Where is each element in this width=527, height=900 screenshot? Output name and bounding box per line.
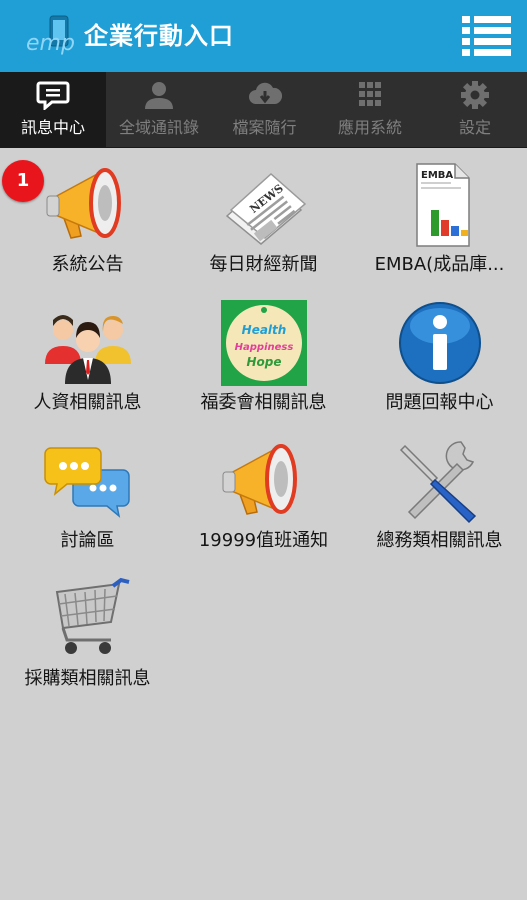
tile-label: EMBA(成品庫... xyxy=(374,254,505,275)
tab-settings[interactable]: 設定 xyxy=(423,72,527,148)
tile-discussion[interactable]: 討論區 xyxy=(0,428,175,566)
notification-badge: 1 xyxy=(2,160,44,202)
tile-label: 福委會相關訊息 xyxy=(200,392,327,413)
tile-label: 討論區 xyxy=(60,530,115,551)
tile-emba[interactable]: EMBA EMBA(成品庫... xyxy=(352,152,527,290)
tile-general-affairs[interactable]: 總務類相關訊息 xyxy=(352,428,527,566)
app-title: 企業行動入口 xyxy=(84,22,234,50)
info-icon xyxy=(399,302,481,384)
tab-file-carry[interactable]: 檔案隨行 xyxy=(212,72,317,148)
tab-label: 應用系統 xyxy=(337,118,402,137)
list-menu-icon[interactable] xyxy=(462,14,512,58)
emba-doc-title: EMBA xyxy=(421,170,453,181)
logo-line-1: Health xyxy=(242,323,287,337)
person-icon xyxy=(145,82,173,109)
health-happiness-hope-icon: Health Happiness Hope xyxy=(221,300,307,386)
logo-line-3: Hope xyxy=(246,355,281,369)
chat-bubbles-icon xyxy=(44,447,130,518)
tile-welfare-committee[interactable]: Health Happiness Hope 福委會相關訊息 xyxy=(176,290,351,428)
tile-label: 19999值班通知 xyxy=(198,530,329,551)
tile-issue-report-center[interactable]: 問題回報中心 xyxy=(352,290,527,428)
tab-label: 全域通訊錄 xyxy=(118,118,199,137)
shopping-cart-icon xyxy=(55,577,130,654)
tab-label: 設定 xyxy=(458,118,491,137)
wrench-screwdriver-icon xyxy=(399,441,477,524)
logo-line-2: Happiness xyxy=(235,342,294,353)
chat-bubble-icon xyxy=(36,81,70,110)
tab-applications[interactable]: 應用系統 xyxy=(317,72,423,148)
tab-global-directory[interactable]: 全域通訊錄 xyxy=(106,72,212,148)
grid-icon xyxy=(359,82,381,106)
gear-icon xyxy=(461,81,489,109)
tab-message-center[interactable]: 訊息中心 xyxy=(0,72,106,148)
emp-logo-icon: emp xyxy=(26,15,75,56)
app-header: emp 企業行動入口 xyxy=(0,0,527,72)
tile-daily-finance-news[interactable]: NEWS 每日財經新聞 xyxy=(176,152,351,290)
tab-label: 訊息中心 xyxy=(20,118,85,137)
newspaper-icon: NEWS xyxy=(225,172,307,245)
tile-hr-messages[interactable]: 人資相關訊息 xyxy=(0,290,175,428)
tile-label: 問題回報中心 xyxy=(385,392,494,413)
megaphone-icon xyxy=(46,168,121,239)
tile-procurement[interactable]: 採購類相關訊息 xyxy=(0,566,175,704)
emba-report-icon: EMBA xyxy=(416,163,470,247)
tile-label: 總務類相關訊息 xyxy=(376,530,503,551)
megaphone-icon xyxy=(222,444,297,515)
people-group-icon xyxy=(45,315,131,384)
tab-label: 檔案隨行 xyxy=(232,118,297,137)
cloud-download-icon xyxy=(248,82,282,104)
tab-bar: 訊息中心 全域通訊錄 檔案隨行 應用系統 設定 xyxy=(0,72,527,148)
tile-19999-duty-notice[interactable]: 19999值班通知 xyxy=(176,428,351,566)
logo-text: emp xyxy=(26,31,75,56)
tile-label: 人資相關訊息 xyxy=(33,392,142,413)
tile-label: 系統公告 xyxy=(51,254,124,275)
tile-label: 每日財經新聞 xyxy=(209,254,318,275)
tile-label: 採購類相關訊息 xyxy=(24,668,151,689)
